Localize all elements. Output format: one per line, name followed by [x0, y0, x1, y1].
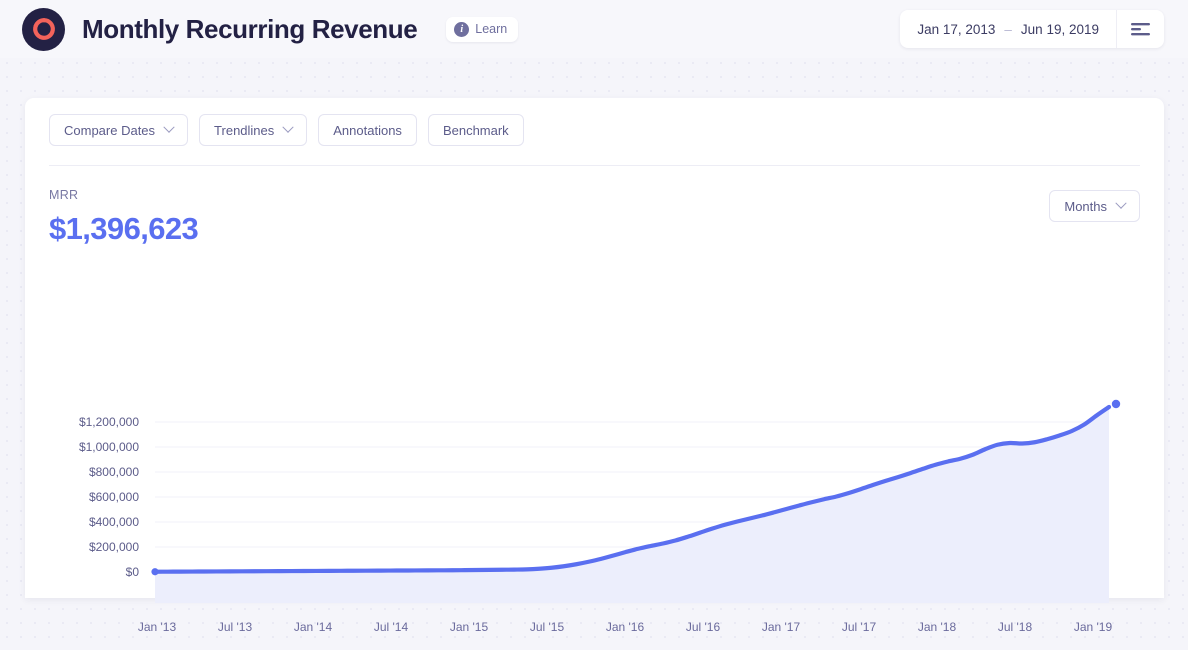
learn-label: Learn: [475, 22, 507, 36]
metric-summary: MRR $1,396,623 Months: [49, 188, 1140, 247]
mrr-area-chart[interactable]: $0 $200,000 $400,000 $600,000 $800,000 $1,000…: [49, 360, 1140, 650]
chart-start-point[interactable]: [151, 568, 158, 575]
granularity-selector: Months: [1049, 190, 1140, 222]
date-range-start: Jan 17, 2013: [917, 22, 995, 37]
metric-label: MRR: [49, 188, 198, 202]
x-axis-tick-label: Jul '14: [374, 620, 409, 634]
brand-block: Monthly Recurring Revenue i Learn: [22, 8, 518, 51]
chart-card: Compare Dates Trendlines Annotations Ben…: [25, 98, 1164, 598]
x-axis-tick-label: Jan '19: [1074, 620, 1113, 634]
x-axis-tick-label: Jan '18: [918, 620, 957, 634]
x-axis-tick-label: Jan '14: [294, 620, 333, 634]
header-controls: Jan 17, 2013 – Jun 19, 2019: [900, 10, 1164, 48]
info-circle-icon: i: [454, 22, 469, 37]
chart-toolbar: Compare Dates Trendlines Annotations Ben…: [49, 98, 1140, 146]
chevron-down-icon: [163, 122, 174, 133]
mrr-chart[interactable]: $0 $200,000 $400,000 $600,000 $800,000 $1,000…: [49, 360, 1140, 650]
date-range-separator: –: [1004, 22, 1012, 37]
spiral-logo-icon: [22, 8, 65, 51]
x-axis-tick-label: Jul '15: [530, 620, 565, 634]
chart-area-fill: [155, 407, 1109, 603]
granularity-label: Months: [1064, 199, 1107, 214]
y-axis-tick-label: $1,000,000: [79, 440, 139, 454]
x-axis-tick-label: Jul '13: [218, 620, 253, 634]
app-header: Monthly Recurring Revenue i Learn Jan 17…: [0, 0, 1188, 58]
chevron-down-icon: [1115, 198, 1126, 209]
learn-button[interactable]: i Learn: [446, 17, 518, 42]
toolbar-divider: [49, 165, 1140, 166]
y-axis-tick-label: $600,000: [89, 490, 139, 504]
x-axis-tick-label: Jan '17: [762, 620, 801, 634]
hamburger-filter-icon[interactable]: [1116, 10, 1164, 48]
y-axis-tick-label: $200,000: [89, 540, 139, 554]
x-axis-tick-label: Jul '18: [998, 620, 1033, 634]
chart-end-point[interactable]: [1112, 400, 1120, 408]
y-axis-tick-label: $1,200,000: [79, 415, 139, 429]
date-range-picker[interactable]: Jan 17, 2013 – Jun 19, 2019: [900, 10, 1116, 48]
annotations-label: Annotations: [333, 123, 402, 138]
y-axis-tick-label: $400,000: [89, 515, 139, 529]
y-axis-tick-label: $0: [126, 565, 140, 579]
metric-value: $1,396,623: [49, 211, 198, 247]
annotations-button[interactable]: Annotations: [318, 114, 417, 146]
granularity-dropdown[interactable]: Months: [1049, 190, 1140, 222]
date-range-end: Jun 19, 2019: [1021, 22, 1099, 37]
x-axis-tick-label: Jul '16: [686, 620, 721, 634]
chevron-down-icon: [283, 122, 294, 133]
benchmark-label: Benchmark: [443, 123, 509, 138]
x-axis-tick-label: Jan '16: [606, 620, 645, 634]
x-axis-tick-label: Jan '15: [450, 620, 489, 634]
benchmark-button[interactable]: Benchmark: [428, 114, 524, 146]
compare-dates-button[interactable]: Compare Dates: [49, 114, 188, 146]
x-axis-tick-label: Jul '17: [842, 620, 877, 634]
trendlines-button[interactable]: Trendlines: [199, 114, 307, 146]
y-axis-tick-label: $800,000: [89, 465, 139, 479]
trendlines-label: Trendlines: [214, 123, 274, 138]
page-title: Monthly Recurring Revenue: [82, 14, 417, 45]
x-axis-tick-label: Jan '13: [138, 620, 177, 634]
compare-dates-label: Compare Dates: [64, 123, 155, 138]
